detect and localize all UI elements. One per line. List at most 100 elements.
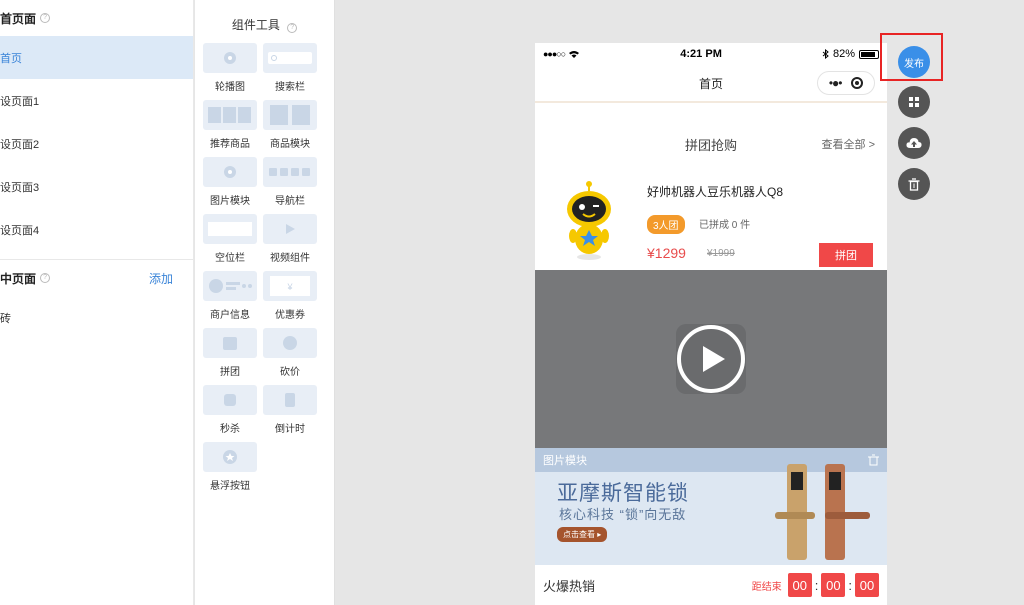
tool-label: 商户信息 <box>210 310 250 321</box>
add-page-button[interactable]: 添加 <box>149 270 173 287</box>
tool-label: 拼团 <box>220 367 240 378</box>
play-icon[interactable] <box>671 324 751 394</box>
bargain-icon <box>263 328 317 358</box>
tool-label: 视频组件 <box>270 253 310 264</box>
robot-product-image <box>567 181 611 260</box>
tool-flash-sale[interactable]: 秒杀 <box>203 385 257 435</box>
page-item-home[interactable]: 首页 <box>0 36 193 79</box>
section-sub-pages: 中页面 ? 添加 <box>0 260 193 296</box>
help-icon[interactable]: ? <box>287 23 298 33</box>
group-size-badge: 3人团 <box>647 215 685 234</box>
countdown-label: 距结束 <box>751 581 782 593</box>
group-buy-title: 拼团抢购 <box>684 137 737 153</box>
tool-recommend[interactable]: 推荐商品 <box>203 100 257 150</box>
tool-label: 空位栏 <box>215 253 245 264</box>
banner-view-button[interactable]: 点击查看 ▸ <box>557 527 608 542</box>
page-item-label: 设页面4 <box>0 224 40 237</box>
search-bar-icon <box>263 43 317 73</box>
phone-preview: ●●●○○ 4:21 PM 82% 首页 •●• 拼团抢购 查看全部 > 好帅机… <box>535 43 887 605</box>
page-item-1[interactable]: 设页面1 <box>0 79 193 122</box>
see-all-link[interactable]: 查看全部 > <box>822 136 875 152</box>
tool-image-module[interactable]: 图片模块 <box>203 157 257 207</box>
tool-goods-module[interactable]: 商品模块 <box>263 100 317 150</box>
carousel-icon <box>203 43 257 73</box>
section-main-pages-title: 首页面 <box>0 11 37 26</box>
image-module-label: 图片模块 <box>543 455 587 467</box>
tool-label: 推荐商品 <box>210 139 250 150</box>
cloud-upload-icon <box>906 138 922 148</box>
countdown-icon <box>263 385 317 415</box>
product-price: ¥1299 <box>647 245 686 261</box>
tool-label: 砍价 <box>280 367 300 378</box>
mini-program-capsule[interactable]: •●• <box>817 71 875 95</box>
blank-icon <box>203 214 257 244</box>
page-item-4[interactable]: 设页面4 <box>0 208 193 251</box>
tool-float-button[interactable]: 悬浮按钮 <box>203 442 257 492</box>
tool-search-bar[interactable]: 搜索栏 <box>263 43 317 93</box>
sub-page-item[interactable]: 砖 <box>0 296 193 339</box>
delete-button[interactable] <box>898 168 930 200</box>
page-item-label: 设页面1 <box>0 95 40 108</box>
tool-label: 轮播图 <box>215 82 245 93</box>
tool-group-buy[interactable]: 拼团 <box>203 328 257 378</box>
help-icon[interactable]: ? <box>40 13 51 23</box>
tool-blank[interactable]: 空位栏 <box>203 214 257 264</box>
image-module-banner[interactable]: 图片模块 亚摩斯智能锁 核心科技 “锁”向无敌 点击查看 ▸ <box>535 448 887 565</box>
tool-nav-bar[interactable]: 导航栏 <box>263 157 317 207</box>
hot-sale-section: 火爆热销 距结束 00 : 00 : 00 <box>535 565 887 605</box>
status-time: 4:21 PM <box>680 48 722 60</box>
group-buy-product[interactable]: 好帅机器人豆乐机器人Q8 3人团 已拼成 0 件 ¥1299 ¥1999 拼团 <box>535 175 887 270</box>
image-module-icon <box>203 157 257 187</box>
publish-button[interactable]: 发布 <box>898 46 930 78</box>
tool-countdown[interactable]: 倒计时 <box>263 385 317 435</box>
tool-merchant[interactable]: 商户信息 <box>203 271 257 321</box>
layout-button[interactable] <box>898 86 930 118</box>
tools-title-text: 组件工具 <box>231 18 280 32</box>
banner-title: 亚摩斯智能锁 <box>557 482 689 505</box>
tool-label: 倒计时 <box>275 424 305 435</box>
page-item-2[interactable]: 设页面2 <box>0 122 193 165</box>
float-button-icon <box>203 442 257 472</box>
tool-label: 悬浮按钮 <box>210 481 250 492</box>
page-list-panel: 首页面 ? 首页 设页面1 设页面2 设页面3 设页面4 中页面 ? 添加 砖 <box>0 0 194 605</box>
video-component[interactable] <box>535 270 887 448</box>
phone-nav-bar: 首页 •●• <box>535 65 887 103</box>
merchant-icon <box>203 271 257 301</box>
tool-label: 图片模块 <box>210 196 250 207</box>
countdown-separator: : <box>814 577 819 593</box>
smart-lock-image <box>775 464 870 560</box>
battery-percent: 82% <box>832 48 855 60</box>
status-right: 82% <box>822 48 879 60</box>
countdown-timer: 距结束 00 : 00 : 00 <box>752 573 879 597</box>
more-icon[interactable]: •●• <box>829 76 843 90</box>
tool-label: 搜索栏 <box>275 82 305 93</box>
tool-label: 秒杀 <box>220 424 240 435</box>
page-item-3[interactable]: 设页面3 <box>0 165 193 208</box>
upload-button[interactable] <box>898 127 930 159</box>
goods-module-icon <box>263 100 317 130</box>
phone-page-title: 首页 <box>698 76 723 91</box>
page-item-label: 设页面2 <box>0 138 40 151</box>
signal-dots-icon: ●●●○○ <box>543 49 566 59</box>
help-icon[interactable]: ? <box>40 273 51 283</box>
status-bar: ●●●○○ 4:21 PM 82% <box>535 43 887 65</box>
video-icon <box>263 214 317 244</box>
grid-icon <box>909 97 919 107</box>
countdown-seconds: 00 <box>855 573 879 597</box>
close-target-icon[interactable] <box>851 77 864 89</box>
countdown-minutes: 00 <box>821 573 846 597</box>
sold-count: 已拼成 0 件 <box>699 220 751 231</box>
product-name: 好帅机器人豆乐机器人Q8 <box>647 185 784 199</box>
tool-bargain[interactable]: 砍价 <box>263 328 317 378</box>
flash-sale-icon <box>203 385 257 415</box>
tool-coupon[interactable]: ¥ 优惠券 <box>263 271 317 321</box>
tool-video[interactable]: 视频组件 <box>263 214 317 264</box>
group-buy-button[interactable]: 拼团 <box>819 243 873 267</box>
battery-icon <box>858 49 879 59</box>
trash-icon <box>908 177 920 191</box>
countdown-hours: 00 <box>787 573 812 597</box>
coupon-icon: ¥ <box>263 271 317 301</box>
bluetooth-icon <box>822 49 829 59</box>
tools-title: 组件工具 ? <box>195 16 334 36</box>
tool-carousel[interactable]: 轮播图 <box>203 43 257 93</box>
